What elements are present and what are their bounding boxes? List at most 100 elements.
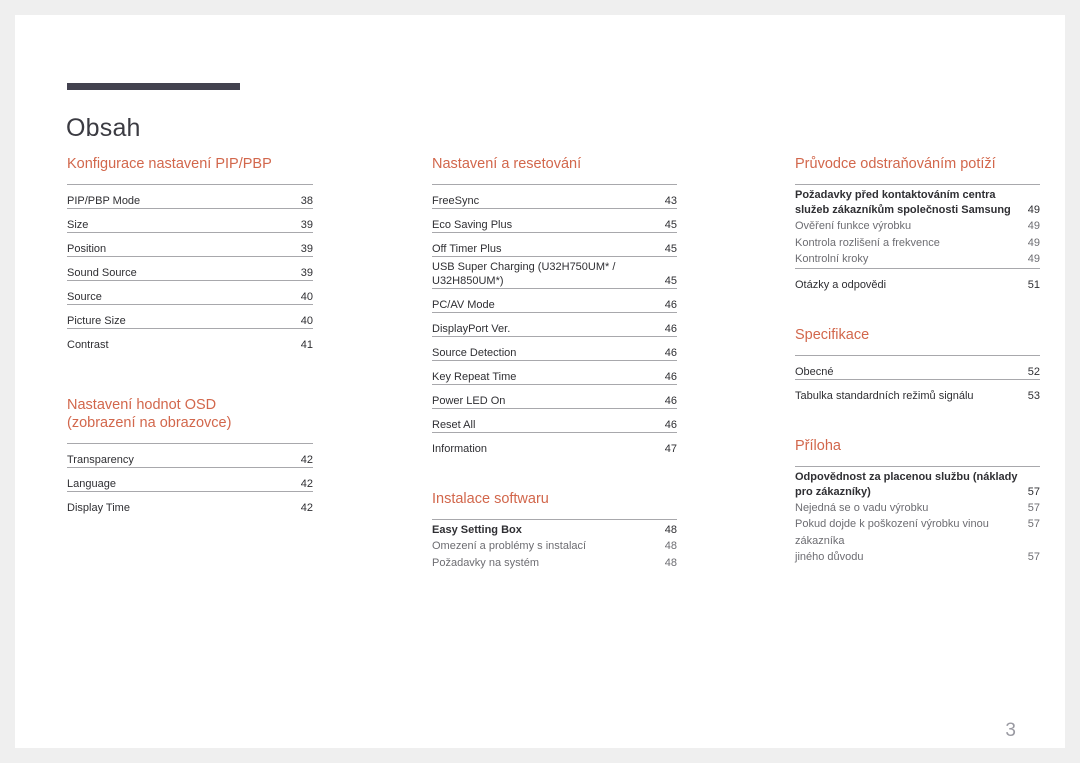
toc-entry-label: FreeSync	[432, 195, 480, 207]
toc-entry-label: Position	[67, 243, 107, 255]
toc-section: Nastavení hodnot OSD (zobrazení na obraz…	[67, 396, 313, 515]
toc-entry[interactable]: PC/AV Mode 46	[432, 288, 677, 312]
toc-entry-label: DisplayPort Ver.	[432, 323, 511, 335]
toc-entry-label: Information	[432, 443, 488, 455]
toc-entry-page-number: 43	[664, 195, 677, 207]
section-heading[interactable]: Průvodce odstraňováním potíží	[795, 155, 1040, 173]
toc-entry-page-number: 46	[664, 299, 677, 311]
toc-entry-page-number: 46	[664, 395, 677, 407]
toc-section: Specifikace Obecné 52 Tabulka standardních …	[795, 326, 1040, 403]
section-heading[interactable]: Příloha	[795, 437, 1040, 455]
page-number: 3	[1005, 720, 1016, 741]
toc-entry[interactable]: Reset All 46	[432, 408, 677, 432]
toc-entry[interactable]: Obecné 52	[795, 354, 1040, 379]
toc-entry-page-number: 53	[1027, 389, 1040, 402]
toc-entry-label: Kontrola rozlišení a frekvence	[795, 236, 940, 249]
toc-entry[interactable]: Display Time 42	[67, 491, 313, 515]
toc-column-2: Nastavení a resetování FreeSync 43 Eco Savi…	[432, 155, 677, 571]
toc-entry[interactable]: DisplayPort Ver. 46	[432, 312, 677, 336]
toc-entry-page-number: 38	[300, 195, 313, 207]
toc-entry[interactable]: Power LED On 46	[432, 384, 677, 408]
toc-entry-label: Odpovědnost za placenou službu (náklady …	[795, 470, 1018, 498]
toc-entry-page-number: 57	[1027, 501, 1040, 514]
toc-entry[interactable]: Easy Setting Box 48	[432, 519, 677, 538]
toc-entry-label: Size	[67, 219, 89, 231]
toc-entry[interactable]: Off Timer Plus 45	[432, 232, 677, 256]
toc-entry[interactable]: Language 42	[67, 467, 313, 491]
toc-entry[interactable]: Information 47	[432, 432, 677, 456]
toc-section: Příloha Odpovědnost za placenou službu (n…	[795, 437, 1040, 566]
toc-section: Instalace softwaru Easy Setting Box 48 Omez…	[432, 490, 677, 571]
toc-entry[interactable]: Source Detection 46	[432, 336, 677, 360]
toc-entry-list: Transparency 42 Language 42 Display Time 42	[67, 443, 313, 515]
toc-subentry[interactable]: Pokud dojde k poškození výrobku vinou zá…	[795, 516, 1040, 549]
toc-entry-label: Language	[67, 478, 116, 490]
toc-entry-label: Power LED On	[432, 395, 506, 407]
toc-entry-page-number: 46	[664, 419, 677, 431]
toc-entry-page-number: 57	[1027, 485, 1040, 498]
toc-entry-label: Kontrolní kroky	[795, 253, 869, 265]
toc-entry-list: Easy Setting Box 48 Omezení a problémy s i…	[432, 519, 677, 571]
toc-entry-page-number: 39	[300, 243, 313, 255]
toc-entry[interactable]: Position 39	[67, 232, 313, 256]
toc-subentry[interactable]: Ověření funkce výrobku 49	[795, 218, 1040, 235]
toc-entry-page-number: 57	[1027, 518, 1040, 530]
toc-entry-page-number: 45	[664, 219, 677, 231]
toc-entry-page-number: 42	[300, 454, 313, 466]
toc-entry[interactable]: Contrast 41	[67, 328, 313, 352]
toc-entry-page-number: 39	[300, 267, 313, 279]
toc-entry-list: Požadavky před kontaktováním centra služ…	[795, 184, 1040, 292]
toc-entry-page-number: 46	[664, 371, 677, 383]
toc-entry-list: Obecné 52 Tabulka standardních režimů sign…	[795, 354, 1040, 403]
toc-entry-label: Source Detection	[432, 347, 517, 359]
document-page: Obsah Konfigurace nastavení PIP/PBP PIP/P…	[15, 15, 1065, 748]
section-heading[interactable]: Konfigurace nastavení PIP/PBP	[67, 155, 313, 173]
toc-entry[interactable]: Tabulka standardních režimů signálu 53	[795, 378, 1040, 403]
toc-entry-page-number: 48	[664, 556, 677, 569]
section-heading[interactable]: Specifikace	[795, 326, 1040, 344]
toc-entry-label: Obecné	[795, 365, 834, 378]
toc-subentry[interactable]: Požadavky na systém 48	[432, 555, 677, 572]
toc-entry[interactable]: Otázky a odpovědi 51	[795, 267, 1040, 292]
toc-subentry[interactable]: Omezení a problémy s instalací 48	[432, 538, 677, 555]
toc-entry[interactable]: Picture Size 40	[67, 304, 313, 328]
toc-entry-label: Key Repeat Time	[432, 371, 517, 383]
toc-entry-label: Contrast	[67, 339, 109, 351]
toc-entry[interactable]: Size 39	[67, 208, 313, 232]
toc-entry-label: PC/AV Mode	[432, 299, 495, 311]
toc-entry-label: Display Time	[67, 502, 130, 514]
page-title: Obsah	[66, 113, 141, 142]
toc-entry[interactable]: Source 40	[67, 280, 313, 304]
toc-subentry[interactable]: Kontrolní kroky 49	[795, 251, 1040, 268]
toc-entry[interactable]: Sound Source 39	[67, 256, 313, 280]
toc-entry-label: jiného důvodu	[795, 551, 864, 563]
toc-entry[interactable]: USB Super Charging (U32H750UM* / U32H850…	[432, 256, 677, 288]
toc-entry[interactable]: PIP/PBP Mode 38	[67, 184, 313, 208]
toc-column-3: Průvodce odstraňováním potíží Požadavky p…	[795, 155, 1040, 566]
toc-entry[interactable]: Transparency 42	[67, 443, 313, 467]
toc-entry-page-number: 52	[1027, 365, 1040, 378]
section-heading[interactable]: Nastavení a resetování	[432, 155, 677, 173]
toc-subentry[interactable]: Nejedná se o vadu výrobku 57	[795, 500, 1040, 517]
toc-entry[interactable]: Odpovědnost za placenou službu (náklady …	[795, 465, 1040, 500]
toc-entry-page-number: 57	[1027, 551, 1040, 563]
toc-section: Průvodce odstraňováním potíží Požadavky p…	[795, 155, 1040, 292]
toc-entry-label: Otázky a odpovědi	[795, 278, 887, 291]
section-heading[interactable]: Instalace softwaru	[432, 490, 677, 508]
toc-entry-page-number: 46	[664, 323, 677, 335]
toc-entry[interactable]: FreeSync 43	[432, 184, 677, 208]
toc-entry[interactable]: Eco Saving Plus 45	[432, 208, 677, 232]
toc-entry-label: Nejedná se o vadu výrobku	[795, 501, 929, 514]
toc-section: Nastavení a resetování FreeSync 43 Eco Savi…	[432, 155, 677, 456]
toc-subentry[interactable]: jiného důvodu 57	[795, 549, 1040, 566]
toc-entry-label: Eco Saving Plus	[432, 219, 513, 231]
toc-entry[interactable]: Key Repeat Time 46	[432, 360, 677, 384]
toc-entry-page-number: 47	[664, 443, 677, 455]
toc-entry-page-number: 48	[664, 540, 677, 552]
section-heading[interactable]: Nastavení hodnot OSD (zobrazení na obraz…	[67, 396, 313, 432]
toc-entry[interactable]: Požadavky před kontaktováním centra služ…	[795, 184, 1040, 218]
toc-subentry[interactable]: Kontrola rozlišení a frekvence 49	[795, 235, 1040, 252]
toc-entry-label: Požadavky před kontaktováním centra služ…	[795, 189, 1011, 216]
toc-entry-page-number: 41	[300, 339, 313, 351]
